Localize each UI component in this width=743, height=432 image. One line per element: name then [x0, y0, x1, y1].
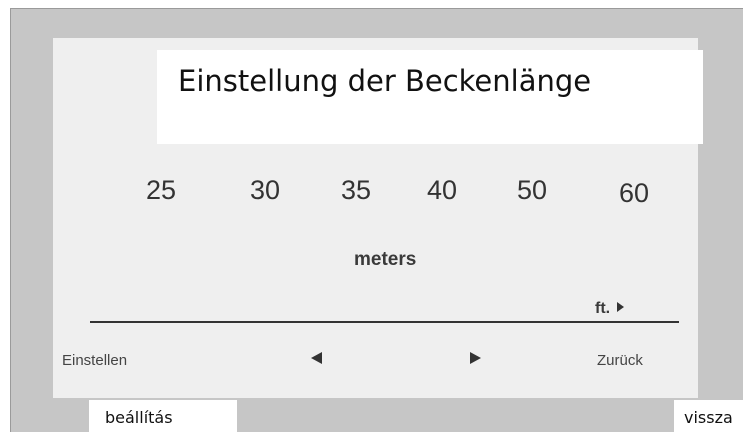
page-title: Einstellung der Beckenlänge	[178, 64, 592, 98]
length-option-60[interactable]: 60	[619, 178, 649, 209]
length-option-40[interactable]: 40	[427, 175, 457, 206]
divider-line	[90, 321, 679, 323]
set-softkey[interactable]: Einstellen	[62, 352, 127, 369]
triangle-right-icon[interactable]	[470, 352, 481, 364]
length-option-35[interactable]: 35	[341, 175, 371, 206]
set-annotation: beállítás	[105, 408, 173, 427]
triangle-left-icon[interactable]	[311, 352, 322, 364]
unit-meters-label: meters	[354, 249, 417, 270]
length-option-30[interactable]: 30	[250, 175, 280, 206]
length-option-50[interactable]: 50	[517, 175, 547, 206]
back-annotation: vissza	[684, 408, 733, 427]
unit-ft-button[interactable]: ft.	[595, 300, 625, 318]
length-option-25[interactable]: 25	[146, 175, 176, 206]
back-softkey[interactable]: Zurück	[597, 352, 643, 369]
triangle-right-small-icon	[617, 302, 625, 312]
unit-ft-label: ft.	[595, 300, 611, 317]
